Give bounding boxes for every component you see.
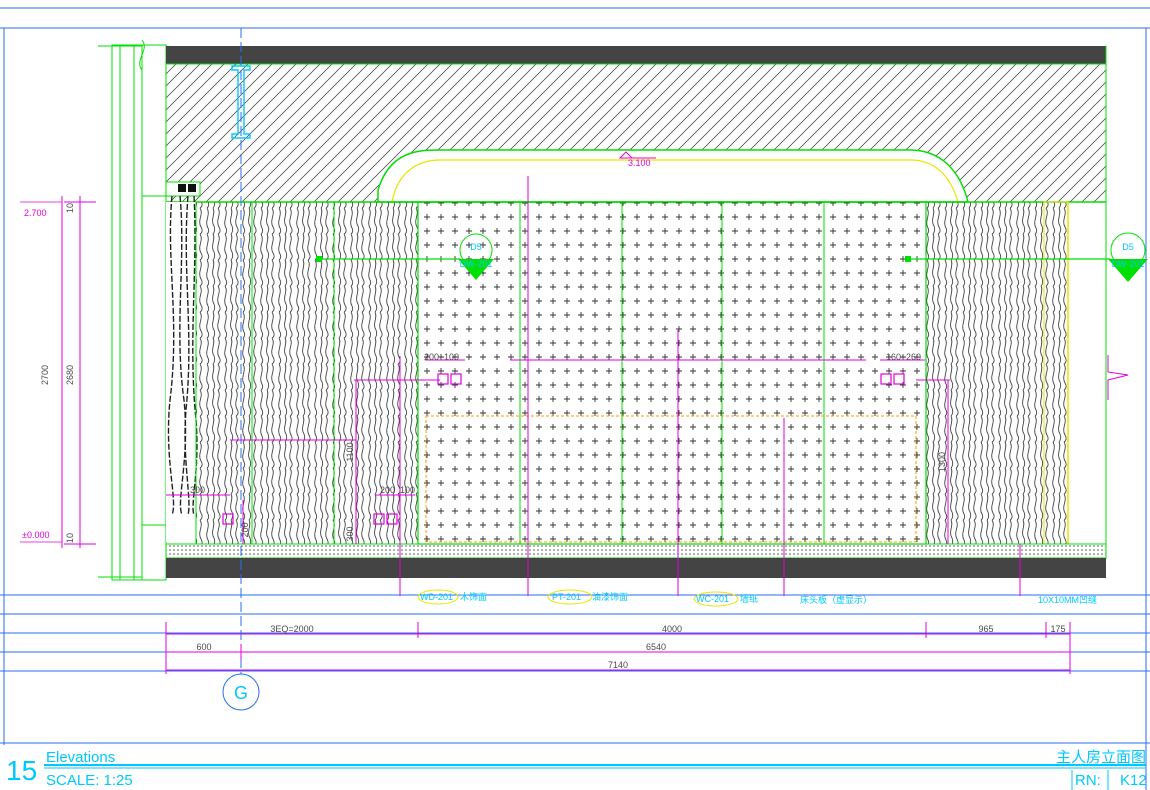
ref-prefix: RN: xyxy=(1075,772,1101,789)
tag-wc-desc: 墙纸 xyxy=(740,593,758,604)
bottom-dimensions: 3EQ=2000 4000 965 175 600 6540 7140 xyxy=(165,622,1071,674)
section-mark-left-sheet: DW-201 xyxy=(460,259,493,269)
left-dimensions: 2700 2680 10 10 2.700 ±0.000 xyxy=(20,196,96,548)
drawing-number: 15 xyxy=(6,755,37,786)
dim-bottom-small: 10 xyxy=(65,533,75,543)
dim-row1-a: 3EQ=2000 xyxy=(270,624,313,634)
ref-value: K12 xyxy=(1120,772,1147,789)
dim-switch-right-a: 160 xyxy=(886,352,901,362)
dim-row2-b: 6540 xyxy=(646,642,666,652)
dim-row1-d: 175 xyxy=(1050,624,1065,634)
title-block: 15 Elevations SCALE: 1:25 主人房立面图 RN: K12 xyxy=(6,749,1147,790)
tag-wd-desc: 木饰面 xyxy=(460,591,487,602)
dim-overall-height: 2700 xyxy=(40,365,50,385)
section-mark-right-id: D5 xyxy=(1122,242,1134,252)
level-top: 2.700 xyxy=(24,208,47,218)
tag-headboard-desc: 床头板（虚显示） xyxy=(800,594,872,605)
drawing-name: 主人房立面图 xyxy=(1056,749,1146,766)
dim-near-wall: 300 xyxy=(190,485,205,495)
left-wall-section xyxy=(98,39,167,581)
tag-pt-code: PT-201 xyxy=(552,592,581,602)
dim-height-d: 1300 xyxy=(937,452,947,472)
dim-top-small: 10 xyxy=(65,203,75,213)
drawing-title: Elevations xyxy=(46,749,115,766)
elevation-drawing: 3.100 G D5 DW-201 D5 DW-201 2700 2680 10… xyxy=(0,7,1150,790)
ceiling-slab xyxy=(165,46,1107,203)
tag-pt-desc: 油漆饰面 xyxy=(592,591,628,602)
dim-row1-b: 4000 xyxy=(662,624,682,634)
dim-height-a: 1100 xyxy=(345,442,355,461)
tag-wc-code: WC-201 xyxy=(696,594,729,604)
dim-switch-left-a: 200 xyxy=(424,352,439,362)
tag-wd-code: WD-201 xyxy=(420,592,453,602)
section-mark-left-id: D5 xyxy=(470,242,482,252)
dim-height-c: 200 xyxy=(240,522,250,537)
material-tags: WD-201 木饰面 PT-201 油漆饰面 WC-201 墙纸 床头板（虚显示… xyxy=(417,589,1097,607)
dim-socket-left-a: 200 xyxy=(380,485,395,495)
drawing-scale: SCALE: 1:25 xyxy=(46,772,133,789)
floor xyxy=(165,543,1107,578)
ceiling-level-text: 3.100 xyxy=(628,158,651,168)
section-mark-right-sheet: DW-201 xyxy=(1112,259,1145,269)
level-bottom: ±0.000 xyxy=(22,530,49,540)
dim-row3-a: 7140 xyxy=(608,660,628,670)
dim-socket-left-b: 100 xyxy=(400,485,415,495)
tag-groove-desc: 10X10MM凹缝 xyxy=(1038,594,1097,605)
dim-inner-height: 2680 xyxy=(65,365,75,385)
dim-height-b: 300 xyxy=(345,526,355,541)
dim-row2-a: 600 xyxy=(196,642,211,652)
dim-row1-c: 965 xyxy=(978,624,993,634)
dim-switch-right-b: 260 xyxy=(906,352,921,362)
grid-marker-label: G xyxy=(234,683,248,703)
dim-switch-left-b: 100 xyxy=(444,352,459,362)
